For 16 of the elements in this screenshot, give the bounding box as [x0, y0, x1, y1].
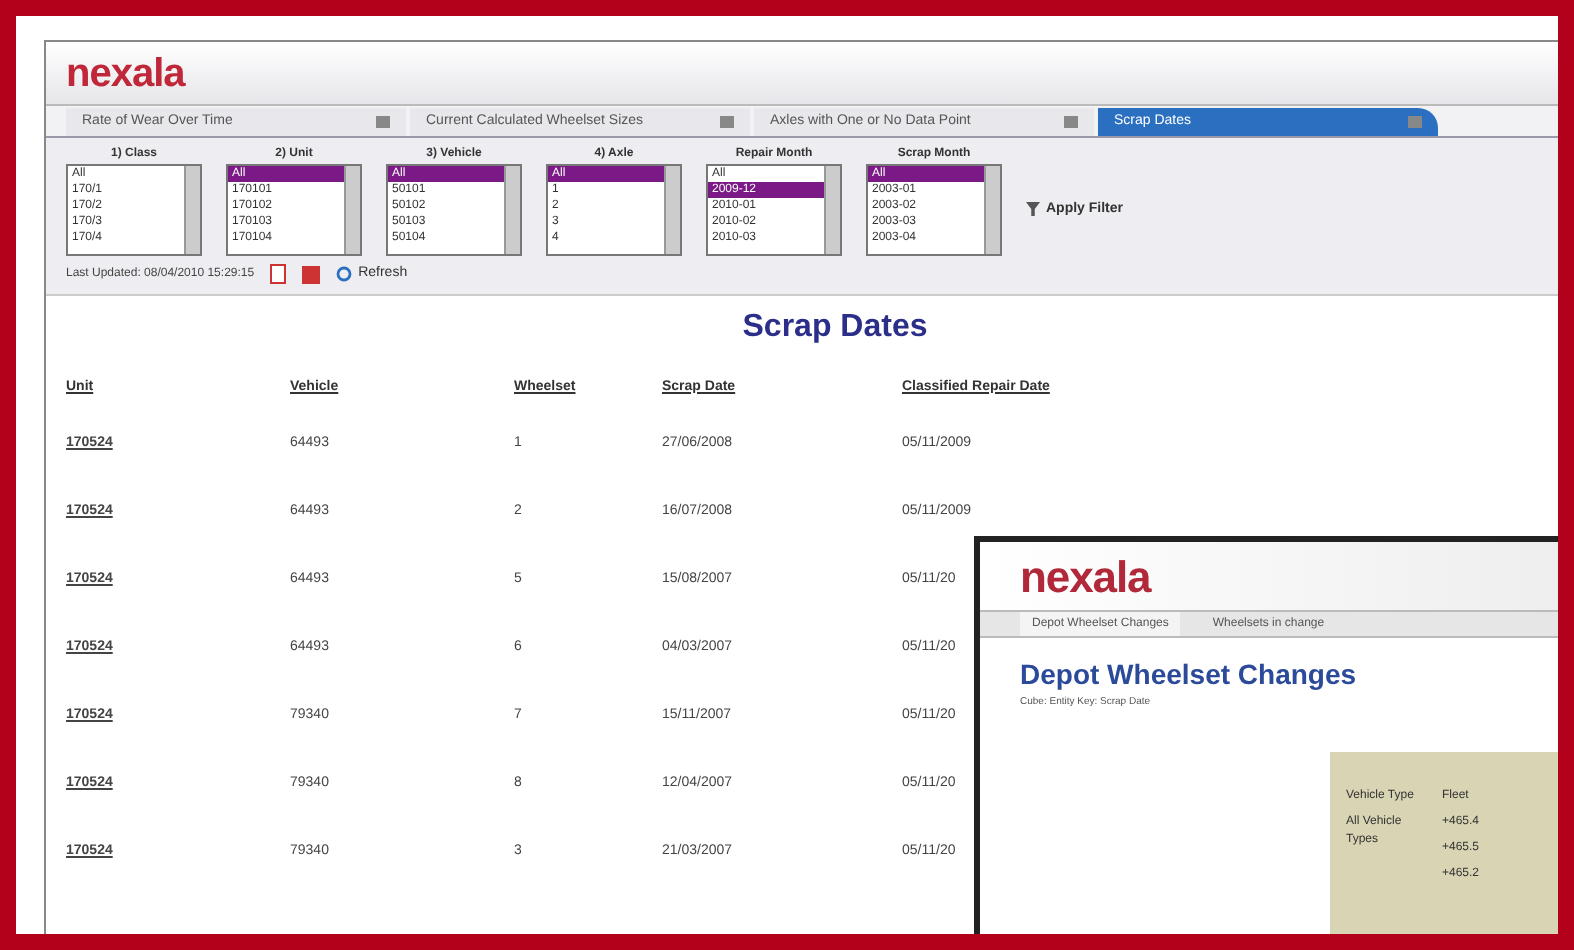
- tab-menu-icon[interactable]: [376, 116, 390, 128]
- scrollbar[interactable]: [664, 166, 680, 254]
- scrollbar[interactable]: [504, 166, 520, 254]
- scrollbar[interactable]: [984, 166, 1000, 254]
- scrollbar[interactable]: [824, 166, 840, 254]
- tab-menu-icon[interactable]: [1064, 116, 1078, 128]
- logo: nexala: [66, 49, 185, 99]
- tab-menu-icon[interactable]: [720, 116, 734, 128]
- scrollbar[interactable]: [184, 166, 200, 254]
- refresh-icon: [336, 266, 353, 283]
- tab-menu-icon[interactable]: [1408, 116, 1422, 128]
- scrollbar[interactable]: [344, 166, 360, 254]
- filter-icon: [1026, 202, 1040, 217]
- report-title: Depot Wheelset Changes: [1018, 656, 1359, 694]
- report-title: Scrap Dates: [740, 307, 930, 347]
- logo: nexala: [1020, 549, 1151, 605]
